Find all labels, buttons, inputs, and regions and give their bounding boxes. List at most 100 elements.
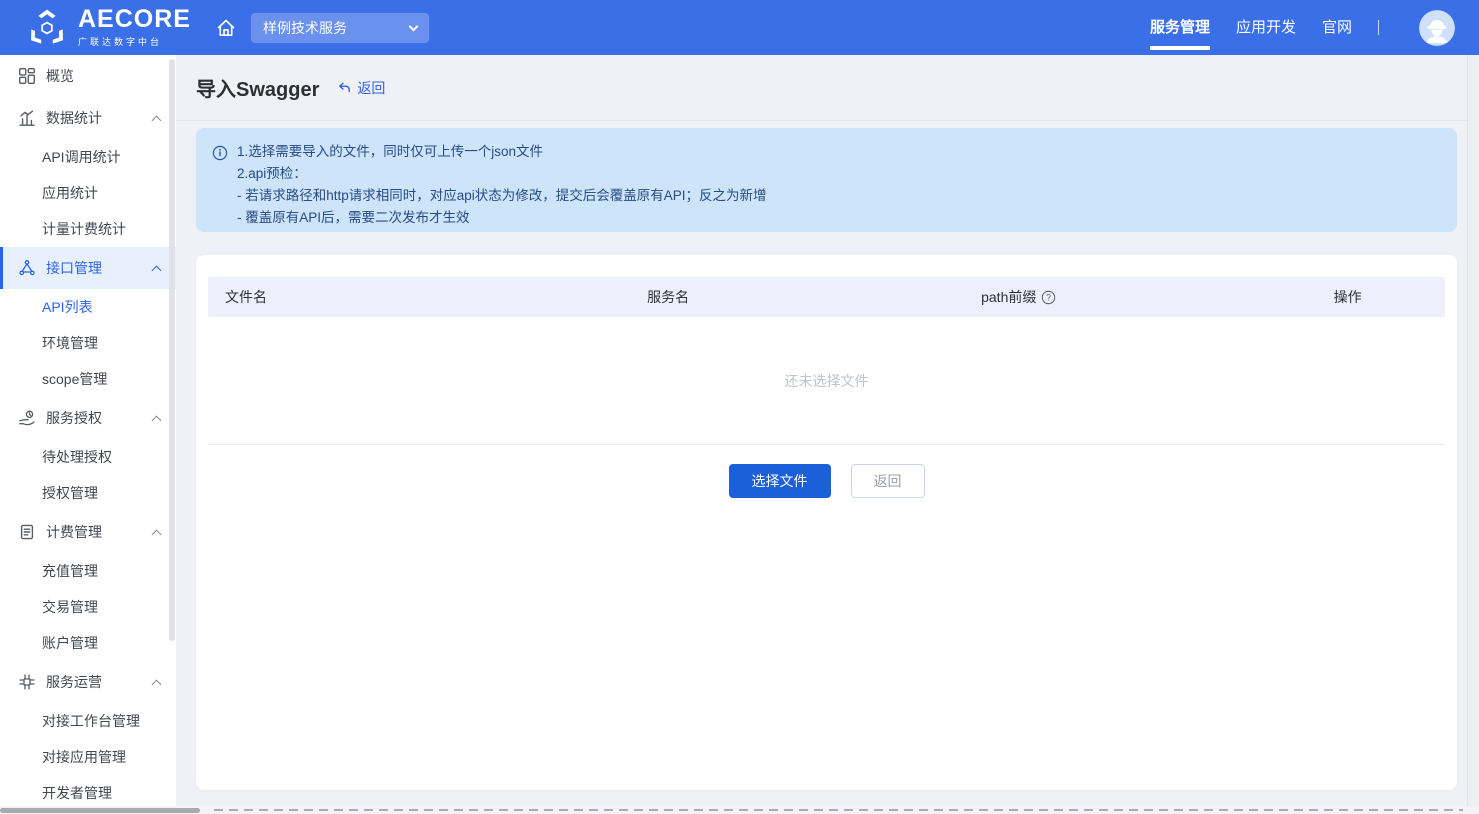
statistics-icon: [18, 109, 36, 127]
sidebar-item-recharge-management[interactable]: 充值管理: [0, 553, 176, 589]
nav-item-service-management[interactable]: 服务管理: [1150, 0, 1210, 55]
sidebar-item-label: API列表: [42, 297, 93, 317]
undo-back-icon: [337, 80, 352, 95]
nav-item-official-site[interactable]: 官网: [1322, 0, 1352, 55]
sidebar-item-label: 服务运营: [46, 672, 102, 692]
sidebar-item-label: 概览: [46, 66, 74, 86]
sidebar-item-label: 交易管理: [42, 597, 98, 617]
sidebar-item-env-management[interactable]: 环境管理: [0, 325, 176, 361]
sidebar-group-service-auth[interactable]: 服务授权: [0, 397, 176, 439]
sidebar-item-label: 应用统计: [42, 183, 98, 203]
sidebar-item-label: 账户管理: [42, 633, 98, 653]
page-vertical-scrollbar[interactable]: [1467, 55, 1479, 814]
brand-logo-icon: [26, 7, 68, 49]
brand-subtitle: 广联达数字中台: [78, 35, 191, 48]
sidebar-item-label: 数据统计: [46, 108, 102, 128]
chevron-down-icon: [409, 21, 419, 31]
service-selector-dropdown[interactable]: 样例技术服务: [251, 13, 429, 43]
nav-divider: [1378, 20, 1379, 35]
page-body: 概览 数据统计 API调用统计 应用统计 计量计费统计: [0, 55, 1479, 814]
page-horizontal-scrollbar[interactable]: [0, 806, 1479, 814]
sidebar-item-account-management[interactable]: 账户管理: [0, 625, 176, 661]
import-card: 文件名 服务名 path前缀 ? 操作 还未选择文件: [196, 255, 1457, 790]
sidebar-item-integration-app-management[interactable]: 对接应用管理: [0, 739, 176, 775]
sidebar-item-pending-auth[interactable]: 待处理授权: [0, 439, 176, 475]
sidebar-group-data-stats[interactable]: 数据统计: [0, 97, 176, 139]
home-button[interactable]: [215, 17, 237, 39]
alert-line: 1.选择需要导入的文件，同时仅可上传一个json文件: [237, 141, 767, 163]
chevron-up-icon: [152, 415, 162, 425]
topbar: AECORE 广联达数字中台 样例技术服务 服务管理 应用开发 官网: [0, 0, 1479, 55]
sidebar: 概览 数据统计 API调用统计 应用统计 计量计费统计: [0, 55, 176, 814]
api-management-icon: [18, 259, 36, 277]
column-header-path-prefix: path前缀 ?: [981, 287, 1334, 307]
brand-logo: AECORE 广联达数字中台: [26, 7, 191, 49]
column-header-action: 操作: [1334, 287, 1445, 307]
help-icon[interactable]: ?: [1041, 290, 1056, 305]
empty-state: 还未选择文件: [208, 317, 1445, 445]
back-link[interactable]: 返回: [337, 78, 385, 98]
sidebar-item-api-call-stats[interactable]: API调用统计: [0, 139, 176, 175]
sidebar-item-label: 授权管理: [42, 483, 98, 503]
page-title: 导入Swagger: [196, 73, 319, 102]
sidebar-item-label: 环境管理: [42, 333, 98, 353]
chevron-up-icon: [152, 265, 162, 275]
table-header-row: 文件名 服务名 path前缀 ? 操作: [208, 277, 1445, 317]
sidebar-item-auth-management[interactable]: 授权管理: [0, 475, 176, 511]
sidebar-item-label: 计费管理: [46, 522, 102, 542]
nav-item-app-development[interactable]: 应用开发: [1236, 0, 1296, 55]
overview-icon: [18, 67, 36, 85]
sidebar-group-billing[interactable]: 计费管理: [0, 511, 176, 553]
home-icon: [215, 17, 237, 39]
sidebar-item-label: 待处理授权: [42, 447, 112, 467]
info-alert: 1.选择需要导入的文件，同时仅可上传一个json文件 2.api预检： - 若请…: [196, 128, 1457, 232]
page-header: 导入Swagger 返回: [176, 55, 1479, 121]
sidebar-item-label: 服务授权: [46, 408, 102, 428]
brand-name: AECORE: [78, 7, 191, 32]
service-auth-icon: [18, 409, 36, 427]
info-icon: [212, 145, 228, 219]
sidebar-item-label: API调用统计: [42, 147, 121, 167]
sidebar-scrollbar-thumb[interactable]: [169, 59, 175, 641]
chevron-up-icon: [152, 115, 162, 125]
top-navigation: 服务管理 应用开发 官网: [1150, 0, 1455, 55]
alert-line: 2.api预检：: [237, 163, 767, 185]
choose-file-button[interactable]: 选择文件: [729, 464, 831, 498]
sidebar-item-label: 充值管理: [42, 561, 98, 581]
sidebar-item-label: scope管理: [42, 369, 107, 389]
horizontal-scrollbar-thumb[interactable]: [0, 808, 200, 813]
sidebar-group-service-ops[interactable]: 服务运营: [0, 661, 176, 703]
sidebar-item-workbench-management[interactable]: 对接工作台管理: [0, 703, 176, 739]
alert-line: - 若请求路径和http请求相同时，对应api状态为修改，提交后会覆盖原有API…: [237, 185, 767, 207]
return-button[interactable]: 返回: [851, 464, 925, 498]
sidebar-item-scope-management[interactable]: scope管理: [0, 361, 176, 397]
main-content: 导入Swagger 返回: [176, 55, 1479, 814]
sidebar-group-api-management[interactable]: 接口管理: [0, 247, 176, 289]
action-buttons: 选择文件 返回: [208, 445, 1445, 498]
sidebar-item-label: 开发者管理: [42, 783, 112, 803]
billing-icon: [18, 523, 36, 541]
sidebar-item-label: 对接工作台管理: [42, 711, 140, 731]
horizontal-scrollbar-dashes: [214, 809, 1463, 811]
content-area: 1.选择需要导入的文件，同时仅可上传一个json文件 2.api预检： - 若请…: [176, 121, 1479, 790]
sidebar-item-transaction-management[interactable]: 交易管理: [0, 589, 176, 625]
sidebar-item-label: 对接应用管理: [42, 747, 126, 767]
service-selector-value: 样例技术服务: [263, 18, 347, 38]
back-link-label: 返回: [357, 78, 385, 98]
column-header-filename: 文件名: [208, 287, 647, 307]
chevron-up-icon: [152, 529, 162, 539]
sidebar-item-label: 计量计费统计: [42, 219, 126, 239]
sidebar-item-overview[interactable]: 概览: [0, 55, 176, 97]
sidebar-item-label: 接口管理: [46, 258, 102, 278]
sidebar-item-api-list[interactable]: API列表: [0, 289, 176, 325]
column-header-label: path前缀: [981, 287, 1036, 307]
column-header-service: 服务名: [647, 287, 981, 307]
svg-text:?: ?: [1046, 292, 1051, 302]
user-avatar[interactable]: [1419, 10, 1455, 46]
chevron-up-icon: [152, 679, 162, 689]
empty-state-text: 还未选择文件: [785, 371, 869, 391]
sidebar-item-app-stats[interactable]: 应用统计: [0, 175, 176, 211]
alert-text: 1.选择需要导入的文件，同时仅可上传一个json文件 2.api预检： - 若请…: [237, 141, 767, 219]
service-ops-icon: [18, 673, 36, 691]
sidebar-item-metering-billing-stats[interactable]: 计量计费统计: [0, 211, 176, 247]
